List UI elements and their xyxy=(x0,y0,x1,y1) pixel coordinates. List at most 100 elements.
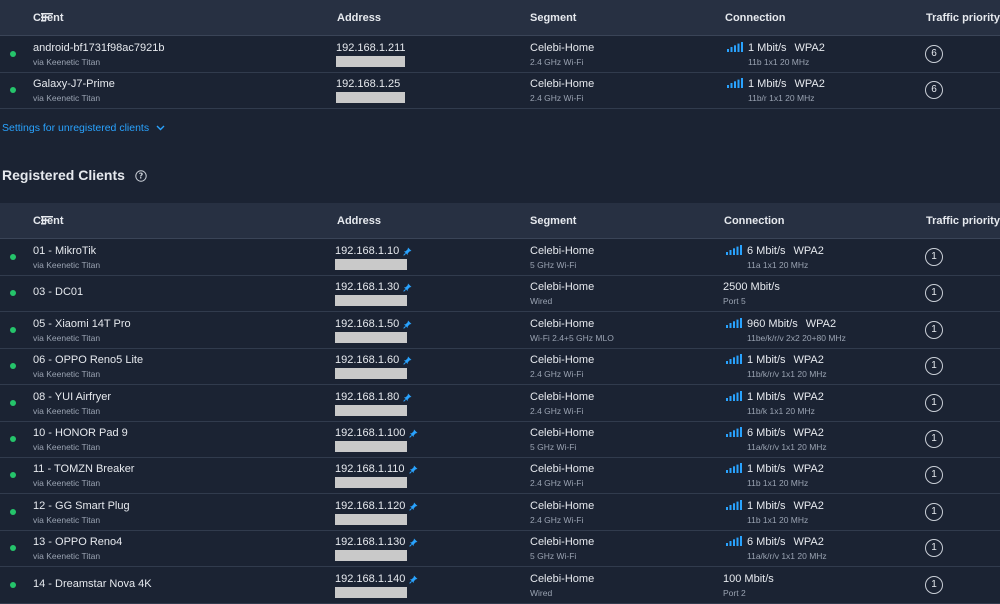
client-band: 2.4 GHz Wi-Fi xyxy=(530,515,584,525)
connection-mode: 11b 1x1 20 MHz xyxy=(747,515,809,525)
client-name[interactable]: 08 - YUI Airfryer xyxy=(33,391,111,403)
connection-mode: 11b 1x1 20 MHz xyxy=(747,478,809,488)
mac-address-redacted xyxy=(335,259,407,270)
client-name[interactable]: 14 - Dreamstar Nova 4K xyxy=(33,578,152,590)
settings-unregistered-link[interactable]: Settings for unregistered clients xyxy=(2,122,165,134)
pin-icon xyxy=(403,283,412,292)
connection-speed-value: 960 Mbit/s xyxy=(747,318,798,330)
connection-security: WPA2 xyxy=(794,42,825,54)
traffic-priority-badge[interactable]: 1 xyxy=(925,503,943,521)
pin-icon xyxy=(403,356,412,365)
mac-address-redacted xyxy=(336,56,405,67)
header-address[interactable]: Address xyxy=(337,215,381,227)
client-ip-value: 192.168.1.30 xyxy=(335,281,400,293)
mac-address-redacted xyxy=(335,405,407,416)
client-row[interactable]: 06 - OPPO Reno5 Lite via Keenetic Titan 19… xyxy=(0,348,1000,385)
connection-mode: 11b/k 1x1 20 MHz xyxy=(747,406,815,416)
connection-speed-value: 6 Mbit/s xyxy=(747,536,786,548)
connection-mode: 11a/k/r/v 1x1 20 MHz xyxy=(747,551,827,561)
connection-speed: 1 Mbit/s WPA2 xyxy=(747,391,824,403)
pin-icon xyxy=(409,429,418,438)
online-status-dot xyxy=(10,363,16,369)
client-ip: 192.168.1.50 xyxy=(335,318,412,330)
client-row[interactable]: 03 - DC01 192.168.1.30 Celebi-Home Wired 250… xyxy=(0,275,1000,312)
online-status-dot xyxy=(10,327,16,333)
client-row[interactable]: 11 - TOMZN Breaker via Keenetic Titan 192.… xyxy=(0,457,1000,494)
client-name[interactable]: Galaxy-J7-Prime xyxy=(33,78,115,90)
client-name[interactable]: 13 - OPPO Reno4 xyxy=(33,536,122,548)
connection-speed: 1 Mbit/s WPA2 xyxy=(747,354,824,366)
client-name[interactable]: 05 - Xiaomi 14T Pro xyxy=(33,318,131,330)
registered-clients-title: Registered Clients ? xyxy=(2,167,147,183)
client-row[interactable]: 10 - HONOR Pad 9 via Keenetic Titan 192.16… xyxy=(0,421,1000,458)
client-row[interactable]: 13 - OPPO Reno4 via Keenetic Titan 192.168… xyxy=(0,530,1000,567)
client-ip-value: 192.168.1.140 xyxy=(335,573,406,585)
header-traffic-priority[interactable]: Traffic priority xyxy=(926,12,1000,24)
header-client[interactable]: Client xyxy=(33,12,64,24)
connection-mode: 11b/r 1x1 20 MHz xyxy=(748,93,815,103)
client-segment: Celebi-Home xyxy=(530,42,595,54)
header-segment[interactable]: Segment xyxy=(530,12,576,24)
traffic-priority-badge[interactable]: 1 xyxy=(925,576,943,594)
client-ip-value: 192.168.1.60 xyxy=(335,354,400,366)
client-row[interactable]: Galaxy-J7-Prime via Keenetic Titan 192.168… xyxy=(0,72,1000,109)
client-ip-value: 192.168.1.80 xyxy=(335,391,400,403)
client-name[interactable]: 11 - TOMZN Breaker xyxy=(33,463,134,475)
client-via: via Keenetic Titan xyxy=(33,260,101,270)
client-ip-value: 192.168.1.130 xyxy=(335,536,406,548)
client-ip: 192.168.1.120 xyxy=(335,500,418,512)
client-name[interactable]: 06 - OPPO Reno5 Lite xyxy=(33,354,143,366)
client-row[interactable]: 12 - GG Smart Plug via Keenetic Titan 192.… xyxy=(0,494,1000,531)
wifi-signal-icon xyxy=(726,500,742,510)
mac-address-redacted xyxy=(335,332,407,343)
client-segment: Celebi-Home xyxy=(530,391,595,403)
client-band: 2.4 GHz Wi-Fi xyxy=(530,478,584,488)
header-segment[interactable]: Segment xyxy=(530,215,576,227)
client-name[interactable]: android-bf1731f98ac7921b xyxy=(33,42,165,54)
online-status-dot xyxy=(10,290,16,296)
traffic-priority-badge[interactable]: 1 xyxy=(925,321,943,339)
client-row[interactable]: 01 - MikroTik via Keenetic Titan 192.168.1… xyxy=(0,239,1000,276)
connection-speed: 1 Mbit/s WPA2 xyxy=(747,463,824,475)
traffic-priority-badge[interactable]: 1 xyxy=(925,357,943,375)
client-row[interactable]: 14 - Dreamstar Nova 4K 192.168.1.140 Celeb… xyxy=(0,567,1000,604)
client-segment: Celebi-Home xyxy=(530,245,595,257)
client-name[interactable]: 03 - DC01 xyxy=(33,286,83,298)
client-band: Wired xyxy=(530,588,553,598)
client-name[interactable]: 12 - GG Smart Plug xyxy=(33,500,130,512)
client-name[interactable]: 10 - HONOR Pad 9 xyxy=(33,427,128,439)
header-address[interactable]: Address xyxy=(337,12,381,24)
header-client[interactable]: Client xyxy=(33,215,64,227)
client-segment: Celebi-Home xyxy=(530,78,595,90)
client-segment: Celebi-Home xyxy=(530,318,595,330)
header-connection[interactable]: Connection xyxy=(724,215,785,227)
client-band: Wi-Fi 2.4+5 GHz MLO xyxy=(530,333,614,343)
traffic-priority-badge[interactable]: 1 xyxy=(925,430,943,448)
client-row[interactable]: 05 - Xiaomi 14T Pro via Keenetic Titan 192… xyxy=(0,312,1000,349)
connection-mode: 11b/k/r/v 1x1 20 MHz xyxy=(747,369,827,379)
traffic-priority-badge[interactable]: 1 xyxy=(925,394,943,412)
connection-speed: 6 Mbit/s WPA2 xyxy=(747,536,824,548)
traffic-priority-badge[interactable]: 1 xyxy=(925,284,943,302)
pin-icon xyxy=(408,465,418,474)
chevron-down-icon xyxy=(156,125,165,131)
client-segment: Celebi-Home xyxy=(530,463,595,475)
help-circle-icon[interactable]: ? xyxy=(135,170,147,182)
traffic-priority-badge[interactable]: 6 xyxy=(925,45,943,63)
client-row[interactable]: 08 - YUI Airfryer via Keenetic Titan 192.1… xyxy=(0,385,1000,422)
connection-speed-value: 6 Mbit/s xyxy=(747,245,786,257)
connection-security: WPA2 xyxy=(793,427,824,439)
client-ip: 192.168.1.110 xyxy=(335,463,418,475)
client-name[interactable]: 01 - MikroTik xyxy=(33,245,96,257)
traffic-priority-badge[interactable]: 6 xyxy=(925,81,943,99)
connection-port: Port 2 xyxy=(723,588,746,598)
header-connection[interactable]: Connection xyxy=(725,12,786,24)
connection-security: WPA2 xyxy=(793,354,824,366)
client-row[interactable]: android-bf1731f98ac7921b via Keenetic Tit… xyxy=(0,36,1000,73)
traffic-priority-badge[interactable]: 1 xyxy=(925,539,943,557)
traffic-priority-badge[interactable]: 1 xyxy=(925,466,943,484)
header-traffic-priority[interactable]: Traffic priority xyxy=(926,215,1000,227)
online-status-dot xyxy=(10,400,16,406)
traffic-priority-badge[interactable]: 1 xyxy=(925,248,943,266)
online-status-dot xyxy=(10,582,16,588)
